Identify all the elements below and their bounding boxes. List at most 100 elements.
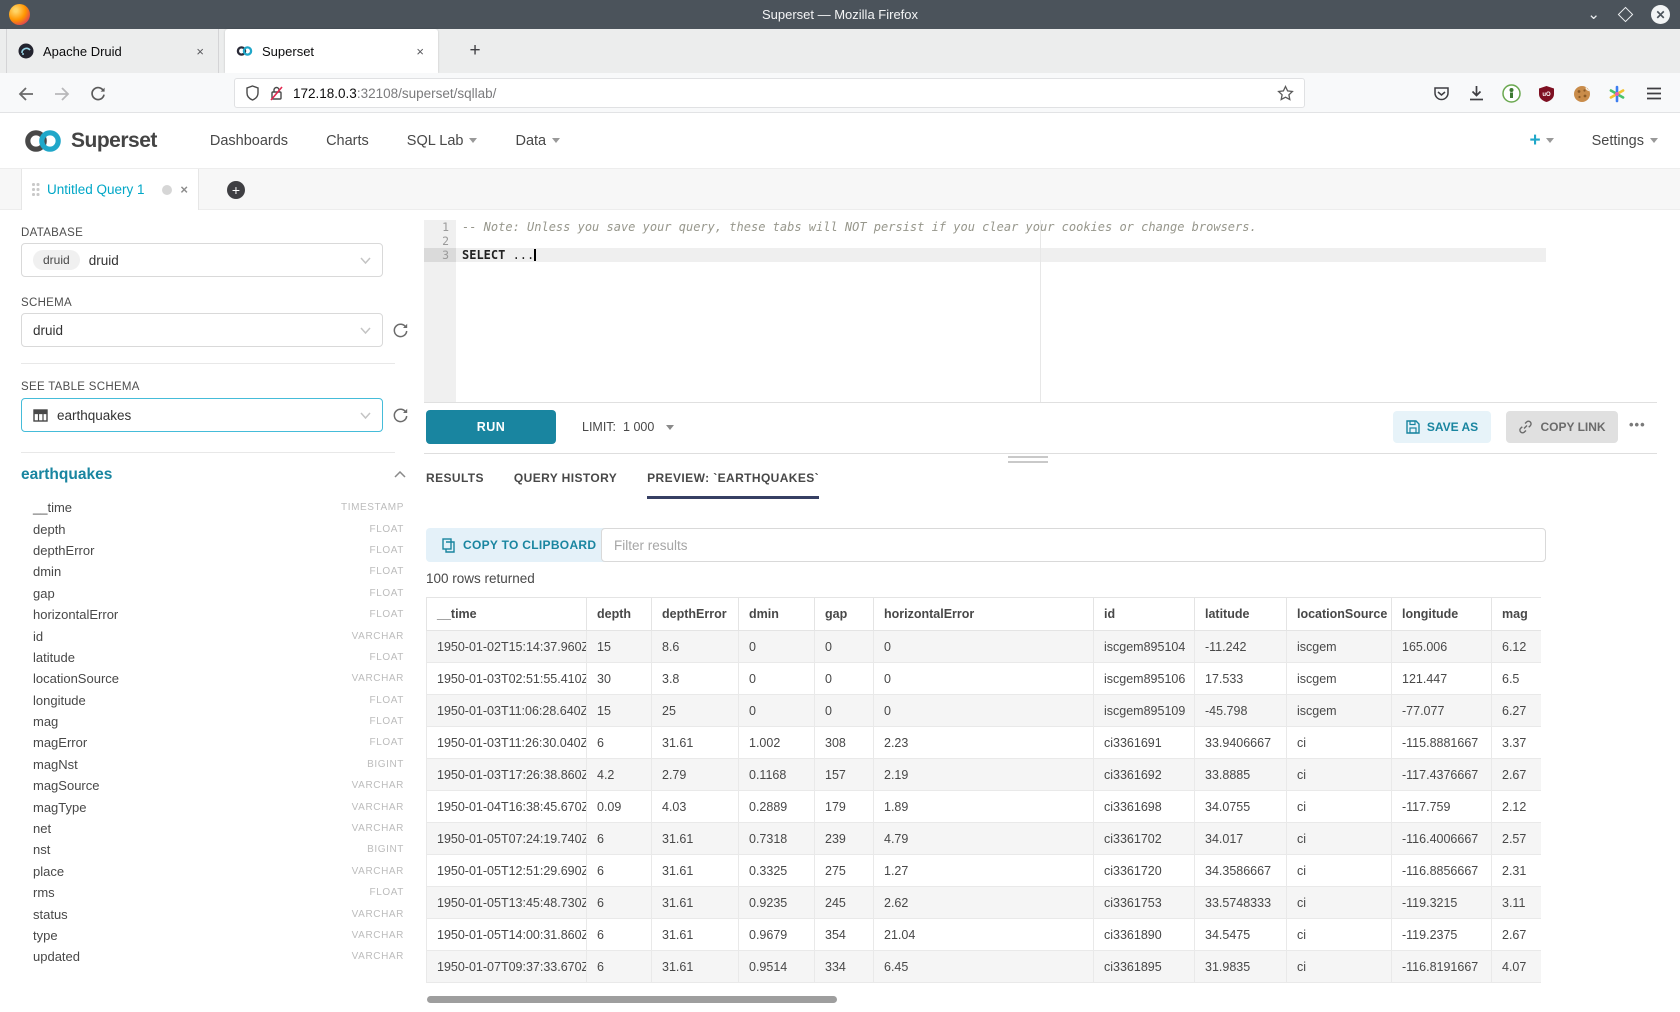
schema-column-name: nst (21, 842, 367, 857)
url-bar[interactable]: 172.18.0.3:32108/superset/sqllab/ (234, 78, 1305, 108)
reload-button[interactable] (84, 80, 111, 107)
table-row: 1950-01-05T13:45:48.730Z631.610.92352452… (427, 887, 1542, 919)
table-cell: 2.23 (874, 727, 1094, 759)
window-controls: ⌄ ✕ (1587, 0, 1670, 29)
column-header-gap[interactable]: gap (815, 598, 874, 631)
table-cell: 1950-01-02T15:14:37.960Z (427, 631, 587, 663)
column-header-time[interactable]: __time (427, 598, 587, 631)
table-cell: 33.5748333 (1195, 887, 1287, 919)
schema-column-row: __timeTIMESTAMP (21, 497, 404, 518)
close-window-icon[interactable]: ✕ (1651, 5, 1670, 24)
tab-preview-earthquakes[interactable]: PREVIEW: `EARTHQUAKES` (647, 471, 819, 499)
browser-tab-superset[interactable]: Superset × (225, 29, 438, 73)
schema-column-type: FLOAT (370, 566, 404, 577)
column-header-horizontalError[interactable]: horizontalError (874, 598, 1094, 631)
extension-green-icon[interactable] (1498, 80, 1525, 107)
column-header-depthError[interactable]: depthError (652, 598, 739, 631)
schema-column-type: FLOAT (370, 716, 404, 727)
copy-link-button[interactable]: COPY LINK (1506, 411, 1618, 443)
table-cell: 33.9406667 (1195, 727, 1287, 759)
nav-item-dashboards[interactable]: Dashboards (210, 133, 288, 149)
close-query-tab-icon[interactable]: × (180, 182, 188, 197)
schema-column-row: statusVARCHAR (21, 903, 404, 924)
schema-column-name: net (21, 821, 352, 836)
drag-grip-icon[interactable] (32, 183, 39, 196)
table-cell: 3.8 (652, 663, 739, 695)
back-button[interactable] (12, 80, 39, 107)
forward-button[interactable] (48, 80, 75, 107)
downloads-icon[interactable] (1463, 80, 1490, 107)
hamburger-menu-icon[interactable] (1640, 80, 1667, 107)
table-icon (33, 409, 48, 422)
minimize-icon[interactable]: ⌄ (1587, 10, 1600, 20)
schema-column-name: horizontalError (21, 607, 370, 622)
query-tab-untitled-query-1[interactable]: Untitled Query 1 × (21, 169, 199, 210)
limit-dropdown[interactable]: LIMIT: 1 000 (582, 410, 674, 444)
table-row: 1950-01-03T11:26:30.040Z631.611.0023082.… (427, 727, 1542, 759)
new-item-menu[interactable]: + (1529, 130, 1553, 152)
table-cell: 275 (815, 855, 874, 887)
sparkle-extension-icon[interactable] (1603, 80, 1630, 107)
table-cell: 0 (739, 631, 815, 663)
schema-column-row: typeVARCHAR (21, 925, 404, 946)
settings-menu[interactable]: Settings (1592, 133, 1658, 149)
table-schema-heading[interactable]: earthquakes (21, 466, 112, 484)
table-horizontal-scrollbar[interactable] (427, 996, 837, 1003)
new-browser-tab-button[interactable]: + (461, 37, 489, 65)
column-header-locationSource[interactable]: locationSource (1287, 598, 1392, 631)
maximize-icon[interactable] (1618, 7, 1634, 23)
superset-logo[interactable]: Superset (22, 127, 157, 155)
save-as-button[interactable]: SAVE AS (1393, 411, 1491, 443)
tab-query-history[interactable]: QUERY HISTORY (514, 471, 617, 499)
column-header-dmin[interactable]: dmin (739, 598, 815, 631)
pane-resize-handle[interactable] (1008, 456, 1048, 466)
table-cell: 6 (587, 727, 652, 759)
nav-item-data[interactable]: Data (515, 133, 560, 149)
column-header-latitude[interactable]: latitude (1195, 598, 1287, 631)
database-select[interactable]: druid druid (21, 243, 383, 277)
column-header-depth[interactable]: depth (587, 598, 652, 631)
schema-column-name: updated (21, 949, 352, 964)
table-cell: -117.4376667 (1392, 759, 1492, 791)
table-cell: 15 (587, 695, 652, 727)
nav-item-charts[interactable]: Charts (326, 133, 369, 149)
copy-to-clipboard-button[interactable]: COPY TO CLIPBOARD (426, 528, 612, 562)
filter-results-input[interactable] (601, 528, 1546, 562)
insecure-lock-icon[interactable] (269, 85, 284, 101)
nav-item-sql-lab[interactable]: SQL Lab (407, 133, 478, 149)
sql-editor[interactable]: 1 2 3 -- Note: Unless you save your quer… (424, 220, 1546, 402)
results-table-wrap: __timedepthdepthErrordmingaphorizontalEr… (426, 597, 1541, 983)
pocket-icon[interactable] (1428, 80, 1455, 107)
results-tabbar: RESULTS QUERY HISTORY PREVIEW: `EARTHQUA… (426, 471, 819, 499)
table-select[interactable]: earthquakes (21, 398, 383, 432)
clipboard-copy-icon (442, 538, 455, 553)
table-cell: ci3361890 (1094, 919, 1195, 951)
tab-results[interactable]: RESULTS (426, 471, 484, 499)
table-cell: 0.2889 (739, 791, 815, 823)
close-tab-icon[interactable]: × (413, 44, 427, 59)
run-button[interactable]: RUN (426, 410, 556, 444)
table-cell: 179 (815, 791, 874, 823)
table-cell: iscgem (1287, 663, 1392, 695)
table-cell: 0 (815, 631, 874, 663)
url-text[interactable]: 172.18.0.3:32108/superset/sqllab/ (293, 86, 1268, 101)
bookmark-star-icon[interactable] (1277, 85, 1294, 102)
table-cell: -45.798 (1195, 695, 1287, 727)
add-query-tab-button[interactable]: + (227, 181, 245, 199)
ublock-origin-icon[interactable]: uO (1533, 80, 1560, 107)
browser-tab-apache-druid[interactable]: Apache Druid × (6, 29, 219, 73)
more-actions-button[interactable]: ••• (1629, 417, 1646, 432)
table-cell: -11.242 (1195, 631, 1287, 663)
column-header-longitude[interactable]: longitude (1392, 598, 1492, 631)
column-header-id[interactable]: id (1094, 598, 1195, 631)
table-cell: 21.04 (874, 919, 1094, 951)
column-header-mag[interactable]: mag (1492, 598, 1542, 631)
cookie-extension-icon[interactable] (1568, 80, 1595, 107)
schema-select[interactable]: druid (21, 313, 383, 347)
schema-column-name: place (21, 864, 352, 879)
tracking-shield-icon[interactable] (245, 85, 260, 101)
refresh-tables-button[interactable] (390, 405, 410, 425)
close-tab-icon[interactable]: × (193, 44, 207, 59)
refresh-schemas-button[interactable] (390, 320, 410, 340)
collapse-chevron-icon[interactable] (394, 471, 406, 478)
